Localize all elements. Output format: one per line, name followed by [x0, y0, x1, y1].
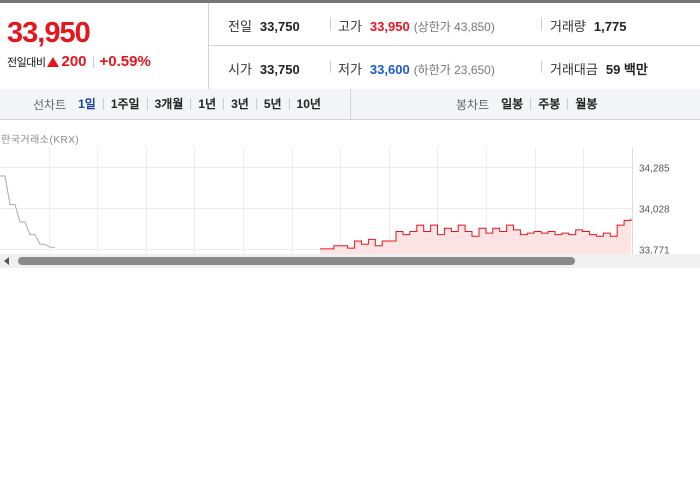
tab-5y[interactable]: 5년	[255, 98, 289, 110]
change-label: 전일대비	[7, 56, 46, 69]
stat-value: 59 백만	[605, 62, 648, 77]
tabs-divider	[350, 89, 351, 119]
tab-1d[interactable]: 1일	[78, 98, 103, 110]
change-row: 전일대비 200 +0.59%	[7, 53, 151, 70]
tab-3m[interactable]: 3개월	[146, 98, 191, 110]
upper-limit: (상한가 43,850)	[413, 20, 495, 34]
tab-10y[interactable]: 10년	[288, 98, 328, 110]
line-chart-tabs: 선차트 1일 1주일 3개월 1년 3년 5년 10년	[33, 89, 328, 119]
row-divider	[209, 45, 700, 46]
change-amount: 200	[61, 53, 87, 70]
stat-label: 저가	[338, 62, 362, 77]
candle-chart-tabs: 봉차트 일봉 주봉 월봉	[456, 89, 604, 119]
y-tick-label: 34,028	[639, 205, 670, 216]
divider	[330, 18, 331, 30]
change-percent: +0.59%	[99, 53, 151, 70]
stat-value: 33,750	[259, 62, 300, 77]
stat-turnover: 거래대금 59 백만	[550, 59, 648, 78]
stat-low: 저가 33,600 (하한가 23,650)	[338, 59, 495, 78]
stat-open: 시가 33,750	[228, 59, 300, 78]
stat-value: 1,775	[593, 19, 627, 34]
stat-label: 시가	[228, 62, 252, 77]
stat-label: 거래대금	[550, 62, 598, 77]
divider	[92, 55, 94, 68]
stat-high: 고가 33,950 (상한가 43,850)	[338, 16, 495, 35]
line-chart-title: 선차트	[33, 97, 67, 112]
scroll-left-icon[interactable]	[4, 257, 9, 265]
scroll-thumb[interactable]	[18, 257, 575, 265]
stat-value: 33,750	[259, 19, 300, 34]
price-chart-svg: 34,285 34,028 33,771	[0, 148, 670, 255]
triangle-up-icon	[47, 56, 60, 67]
stat-label: 고가	[338, 19, 362, 34]
tab-monthly-candle[interactable]: 월봉	[567, 98, 604, 110]
candle-chart-title: 봉차트	[456, 97, 490, 112]
stat-prev-close: 전일 33,750	[228, 16, 300, 35]
current-price: 33,950	[7, 17, 91, 49]
stat-value: 33,600	[369, 62, 410, 77]
tab-weekly-candle[interactable]: 주봉	[530, 98, 567, 110]
chart-scrollbar[interactable]	[0, 254, 700, 268]
y-tick-label: 34,285	[639, 164, 670, 175]
current-price-box: 33,950 전일대비 200 +0.59%	[0, 3, 209, 89]
tab-1w[interactable]: 1주일	[102, 98, 147, 110]
chart-period-tabs: 선차트 1일 1주일 3개월 1년 3년 5년 10년 봉차트 일봉 주봉 월봉	[0, 89, 700, 120]
chart-source: 한국거래소(KRX)	[1, 135, 80, 146]
series-line-previous-day	[0, 175, 55, 248]
stat-label: 거래량	[550, 19, 586, 34]
divider	[541, 61, 542, 73]
stat-volume: 거래량 1,775	[550, 16, 626, 35]
y-tick-label: 33,771	[639, 246, 670, 255]
divider	[541, 18, 542, 30]
tab-3y[interactable]: 3년	[223, 98, 256, 110]
tab-1y[interactable]: 1년	[190, 98, 223, 110]
price-summary: 33,950 전일대비 200 +0.59% 전일 33,750 고가 33,950…	[0, 3, 700, 90]
tab-daily-candle[interactable]: 일봉	[501, 98, 530, 110]
stat-value: 33,950	[369, 19, 410, 34]
stat-label: 전일	[228, 19, 252, 34]
price-chart: 34,285 34,028 33,771	[0, 148, 700, 254]
lower-limit: (하한가 23,650)	[413, 63, 495, 77]
divider	[330, 61, 331, 73]
